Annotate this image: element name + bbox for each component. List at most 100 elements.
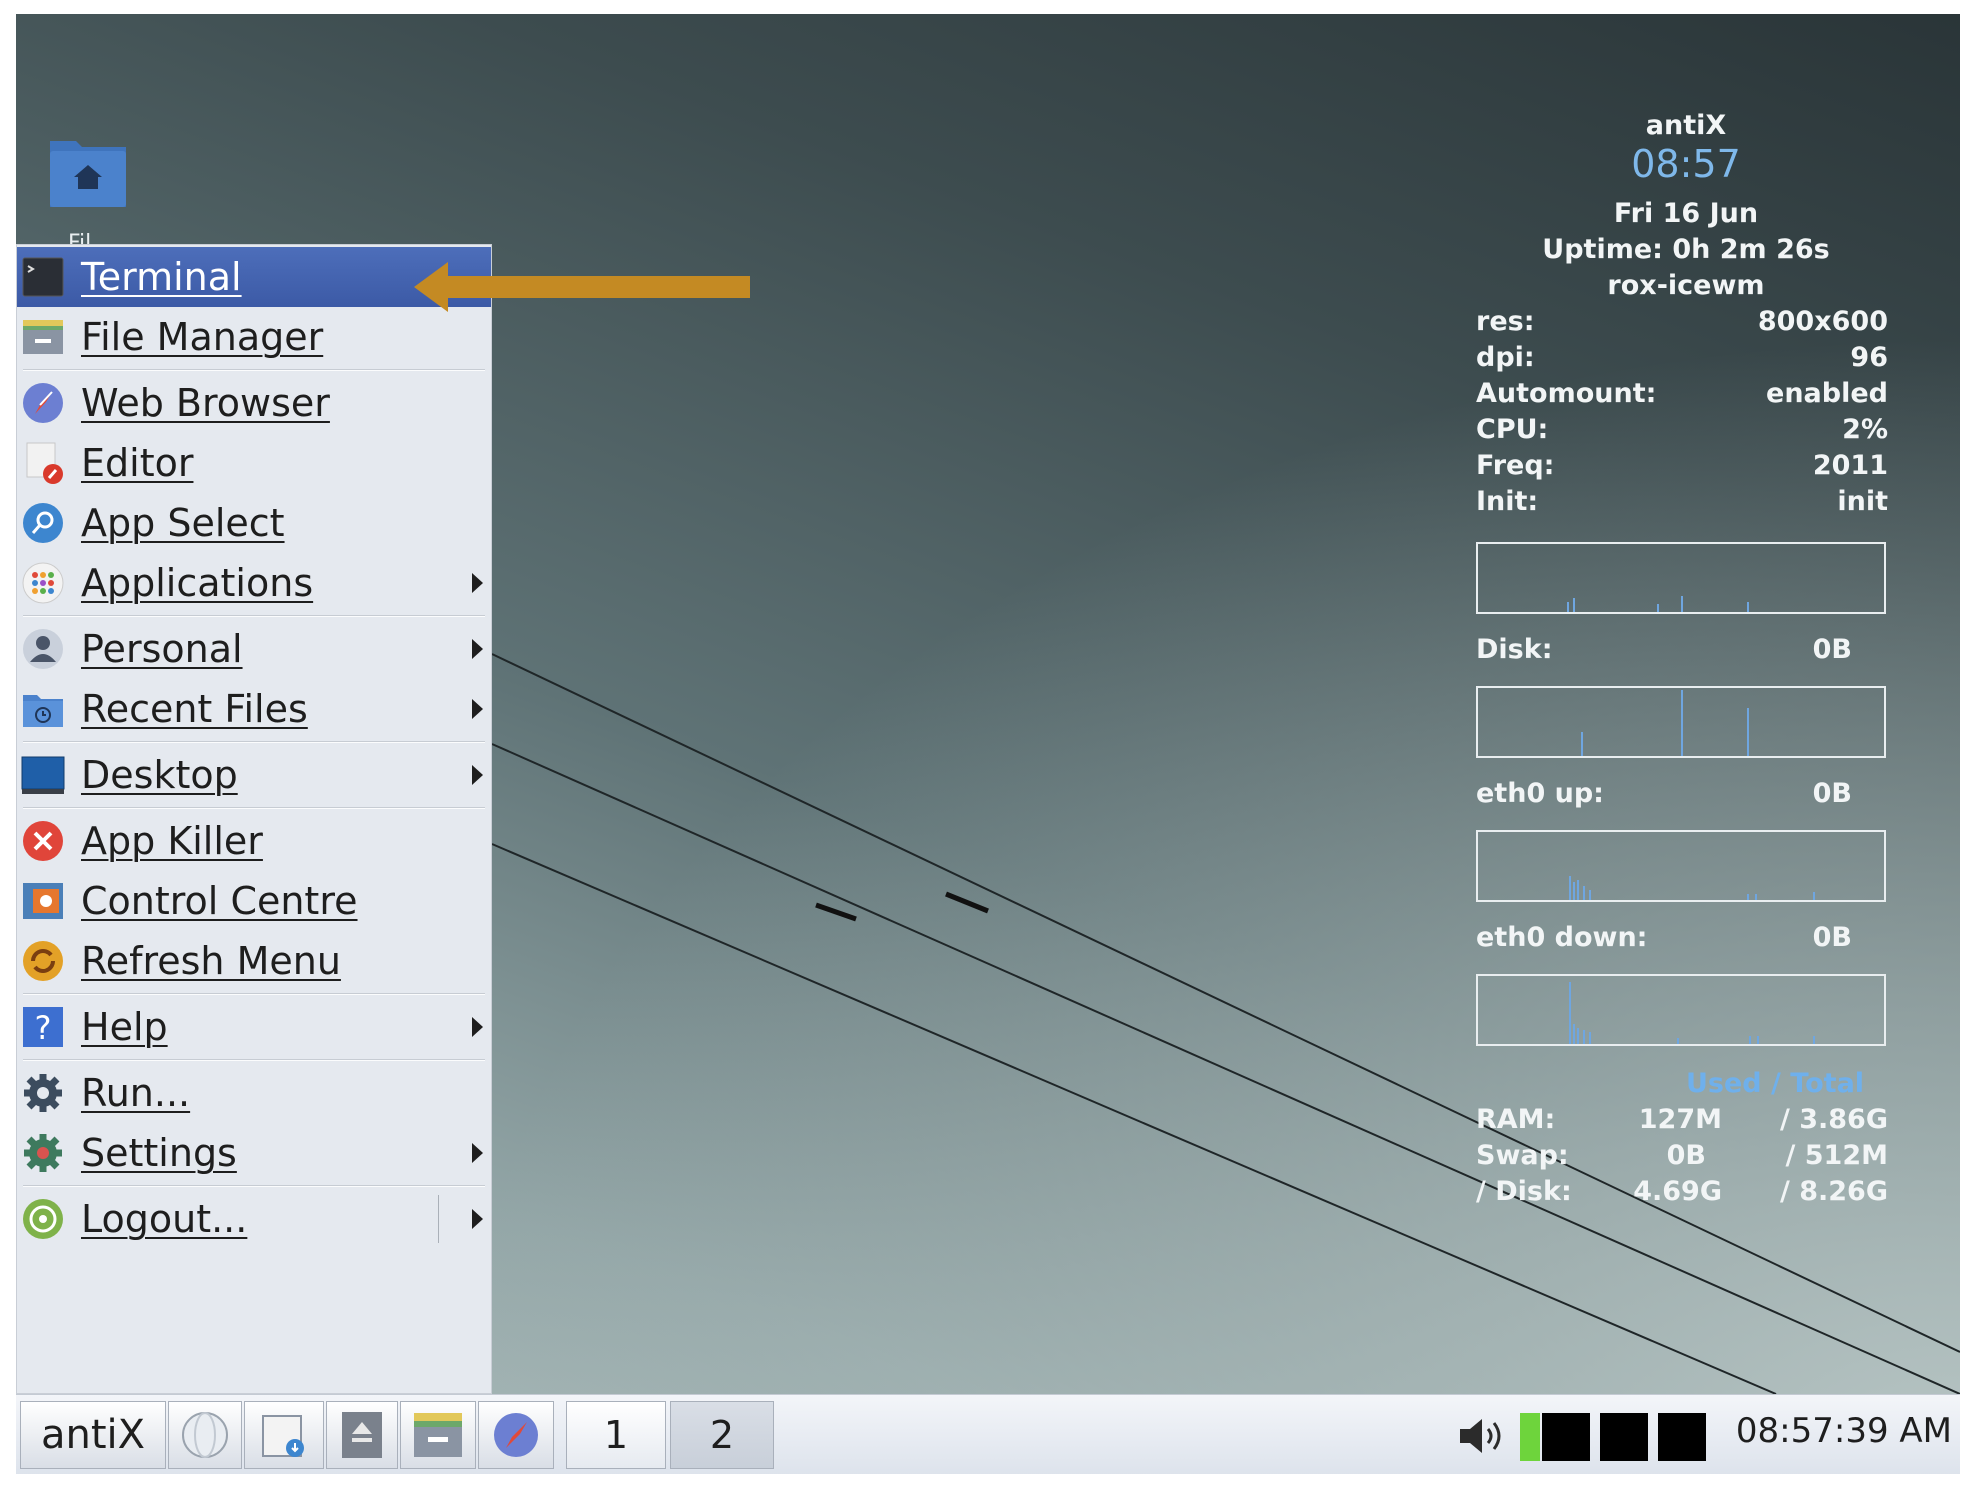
eject-launcher[interactable]	[326, 1401, 398, 1469]
file-manager-launcher-2[interactable]	[400, 1401, 476, 1469]
desktop: Fil Terminal File Manager Web Browser	[16, 14, 1960, 1474]
menu-item-label: Control Centre	[81, 879, 358, 923]
menu-item-help[interactable]: ? Help	[17, 997, 491, 1057]
eth0-down-graph	[1476, 974, 1886, 1046]
conky-cpu-row: CPU: 2%	[1476, 414, 1888, 445]
svg-text:?: ?	[35, 1009, 52, 1047]
workspace-1-button[interactable]: 1	[566, 1401, 666, 1469]
conky-freq-row: Freq: 2011	[1476, 450, 1888, 481]
conky-eth0-up-row: eth0 up: 0B	[1476, 778, 1852, 809]
conky-disk-usage-row: / Disk: 4.69G / 8.26G	[1476, 1176, 1888, 1207]
menu-item-recent-files[interactable]: Recent Files	[17, 679, 491, 739]
menu-divider	[438, 1195, 439, 1243]
menu-item-label: Refresh Menu	[81, 939, 341, 983]
menu-item-label: File Manager	[81, 315, 324, 359]
refresh-icon	[19, 937, 67, 985]
menu-item-control-centre[interactable]: Control Centre	[17, 871, 491, 931]
user-icon	[19, 625, 67, 673]
home-folder-icon[interactable]: Fil	[40, 119, 140, 256]
taskbar-clock[interactable]: 08:57:39 AM	[1736, 1411, 1952, 1451]
workspace-label: 2	[709, 1413, 735, 1457]
conky-mem-header: Used / Total	[1686, 1068, 1865, 1099]
menu-item-applications[interactable]: Applications	[17, 553, 491, 613]
menu-item-refresh-menu[interactable]: Refresh Menu	[17, 931, 491, 991]
disk-graph	[1476, 686, 1886, 758]
compass-icon	[19, 379, 67, 427]
recent-files-icon	[19, 685, 67, 733]
menu-separator	[23, 369, 485, 371]
menu-item-run[interactable]: Run...	[17, 1063, 491, 1123]
menu-item-web-browser[interactable]: Web Browser	[17, 373, 491, 433]
menu-item-personal[interactable]: Personal	[17, 619, 491, 679]
menu-item-label: Settings	[81, 1131, 237, 1175]
submenu-arrow-icon	[472, 699, 483, 719]
settings-icon	[19, 1129, 67, 1177]
menu-item-label: Editor	[81, 441, 194, 485]
menu-item-app-killer[interactable]: App Killer	[17, 811, 491, 871]
menu-item-label: Help	[81, 1005, 168, 1049]
submenu-arrow-icon	[472, 1209, 483, 1229]
control-centre-icon	[19, 877, 67, 925]
taskbar: antiX 1 2 08:57:39 AM	[16, 1394, 1960, 1474]
file-manager-icon	[19, 313, 67, 361]
conky-date: Fri 16 Jun	[1613, 198, 1759, 229]
conky-session: rox-icewm	[1607, 270, 1765, 301]
help-icon: ?	[19, 1003, 67, 1051]
cpu-graph	[1476, 542, 1886, 614]
kill-icon	[19, 817, 67, 865]
menu-item-file-manager[interactable]: File Manager	[17, 307, 491, 367]
menu-item-label: Terminal	[81, 255, 242, 299]
cpu-monitor-graph[interactable]	[1542, 1413, 1590, 1461]
submenu-arrow-icon	[472, 765, 483, 785]
desktop-icon	[19, 751, 67, 799]
cpu-monitor[interactable]	[1520, 1413, 1540, 1461]
submenu-arrow-icon	[472, 1017, 483, 1037]
menu-item-editor[interactable]: Editor	[17, 433, 491, 493]
conky-disk-row: Disk: 0B	[1476, 634, 1852, 665]
home-icon	[50, 141, 126, 207]
volume-icon[interactable]	[1456, 1413, 1510, 1459]
show-desktop-button[interactable]	[168, 1401, 242, 1469]
menu-item-label: Applications	[81, 561, 314, 605]
gear-icon	[19, 1069, 67, 1117]
conky-time: 08:57	[1631, 142, 1741, 186]
menu-item-label: Run...	[81, 1071, 191, 1115]
web-browser-launcher[interactable]	[478, 1401, 554, 1469]
mem-monitor[interactable]	[1658, 1413, 1706, 1461]
menu-item-label: App Select	[81, 501, 285, 545]
menu-item-app-select[interactable]: App Select	[17, 493, 491, 553]
file-manager-launcher[interactable]	[244, 1401, 324, 1469]
menu-item-logout[interactable]: Logout...	[17, 1189, 491, 1249]
globe-icon	[182, 1412, 228, 1458]
conky-automount-row: Automount: enabled	[1476, 378, 1888, 409]
menu-item-label: App Killer	[81, 819, 263, 863]
conky-eth0-down-row: eth0 down: 0B	[1476, 922, 1852, 953]
terminal-icon	[19, 253, 67, 301]
start-button[interactable]: antiX	[20, 1401, 166, 1469]
conky-distro: antiX	[1645, 110, 1727, 141]
eject-icon	[342, 1412, 382, 1458]
menu-item-label: Personal	[81, 627, 243, 671]
file-manager-icon	[262, 1415, 304, 1457]
menu-item-label: Desktop	[81, 753, 238, 797]
logout-icon	[19, 1195, 67, 1243]
app-grid-icon	[19, 559, 67, 607]
compass-icon	[494, 1413, 538, 1457]
conky-ram-row: RAM: 127M / 3.86G	[1476, 1104, 1888, 1135]
menu-item-desktop[interactable]: Desktop	[17, 745, 491, 805]
workspace-label: 1	[603, 1413, 629, 1457]
magnifier-icon	[19, 499, 67, 547]
net-monitor[interactable]	[1600, 1413, 1648, 1461]
menu-separator	[23, 1185, 485, 1187]
submenu-arrow-icon	[472, 1143, 483, 1163]
menu-separator	[23, 993, 485, 995]
menu-separator	[23, 807, 485, 809]
eth0-up-graph	[1476, 830, 1886, 902]
start-menu: Terminal File Manager Web Browser Editor	[16, 244, 492, 1394]
submenu-arrow-icon	[472, 639, 483, 659]
menu-item-label: Web Browser	[81, 381, 330, 425]
workspace-2-button[interactable]: 2	[670, 1401, 774, 1469]
conky-swap-row: Swap: 0B / 512M	[1476, 1140, 1888, 1171]
menu-item-settings[interactable]: Settings	[17, 1123, 491, 1183]
submenu-arrow-icon	[472, 573, 483, 593]
